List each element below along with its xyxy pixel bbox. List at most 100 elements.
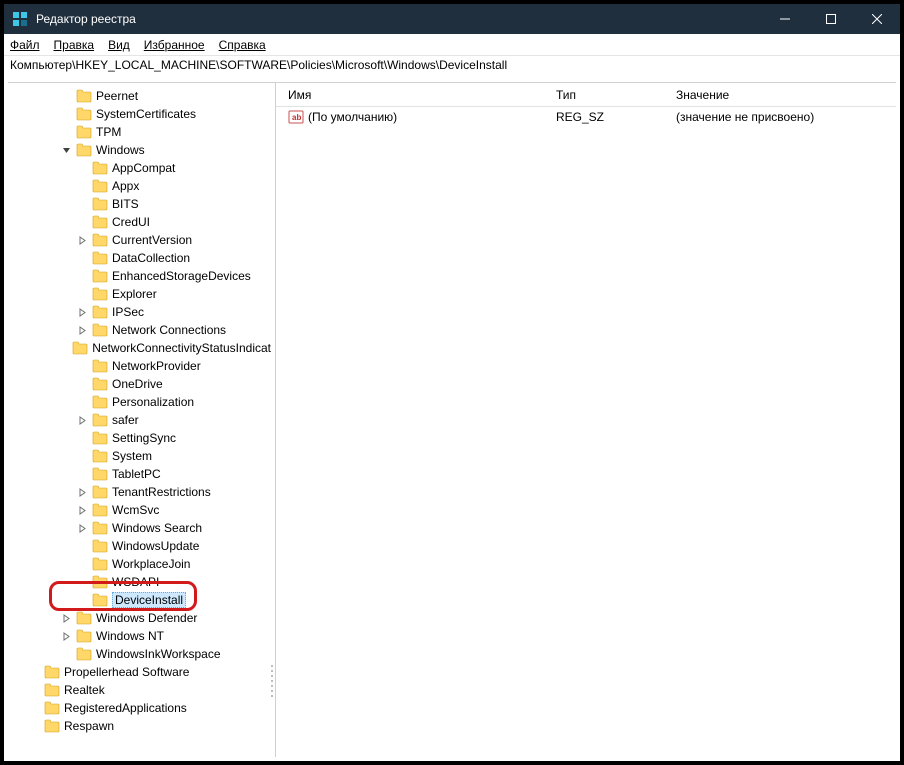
tree-item-label: CurrentVersion (112, 233, 192, 247)
expand-icon[interactable] (62, 146, 76, 155)
tree-item-label: OneDrive (112, 377, 163, 391)
address-bar[interactable]: Компьютер\HKEY_LOCAL_MACHINE\SOFTWARE\Po… (4, 56, 900, 76)
tree-item-label: NetworkProvider (112, 359, 201, 373)
folder-icon (44, 719, 60, 733)
expand-icon[interactable] (78, 524, 92, 533)
folder-icon (92, 557, 108, 571)
window-title: Редактор реестра (36, 12, 136, 26)
folder-icon (92, 503, 108, 517)
tree-item[interactable]: DataCollection (8, 249, 275, 267)
col-name[interactable]: Имя (282, 84, 550, 106)
content-area: Peernet SystemCertificatesTPMWindows AppCo… (8, 82, 896, 757)
tree-item-label: CredUI (112, 215, 150, 229)
menu-file[interactable]: Файл (10, 38, 40, 52)
tree-item[interactable]: DeviceInstall (8, 591, 275, 609)
tree-item-label: IPSec (112, 305, 144, 319)
close-button[interactable] (854, 4, 900, 34)
tree-item-label: DataCollection (112, 251, 190, 265)
splitter-handle[interactable] (269, 83, 275, 757)
folder-icon (92, 179, 108, 193)
tree-item[interactable]: BITS (8, 195, 275, 213)
expand-icon[interactable] (78, 326, 92, 335)
folder-icon (44, 683, 60, 697)
svg-text:ab: ab (292, 113, 301, 122)
col-value[interactable]: Значение (670, 84, 896, 106)
expand-icon[interactable] (78, 506, 92, 515)
tree-item[interactable]: Peernet (8, 87, 275, 105)
tree-item[interactable]: Propellerhead Software (8, 663, 275, 681)
folder-icon (92, 377, 108, 391)
tree-item-label: Windows Search (112, 521, 202, 535)
tree-item[interactable]: Windows Defender (8, 609, 275, 627)
tree-item[interactable]: WcmSvc (8, 501, 275, 519)
tree-view[interactable]: Peernet SystemCertificatesTPMWindows AppCo… (8, 83, 276, 757)
tree-item[interactable]: Network Connections (8, 321, 275, 339)
tree-item[interactable]: TabletPC (8, 465, 275, 483)
tree-item[interactable]: Respawn (8, 717, 275, 735)
folder-icon (92, 197, 108, 211)
tree-item[interactable]: Realtek (8, 681, 275, 699)
tree-item-label: safer (112, 413, 139, 427)
tree-item[interactable]: WindowsInkWorkspace (8, 645, 275, 663)
folder-icon (92, 467, 108, 481)
col-type[interactable]: Тип (550, 84, 670, 106)
tree-item[interactable]: SystemCertificates (8, 105, 275, 123)
values-list: Имя Тип Значение ab (По умолчанию) REG_S… (276, 83, 896, 757)
tree-item-label: RegisteredApplications (64, 701, 187, 715)
tree-item-label: Peernet (96, 89, 138, 103)
tree-item[interactable]: Appx (8, 177, 275, 195)
tree-item[interactable]: Windows (8, 141, 275, 159)
tree-item[interactable]: Personalization (8, 393, 275, 411)
tree-item-label: Propellerhead Software (64, 665, 189, 679)
tree-item-label: Network Connections (112, 323, 226, 337)
tree-item[interactable]: TenantRestrictions (8, 483, 275, 501)
row-type: REG_SZ (550, 110, 670, 124)
expand-icon[interactable] (78, 308, 92, 317)
tree-item-label: Explorer (112, 287, 157, 301)
row-name: (По умолчанию) (308, 110, 397, 124)
expand-icon[interactable] (78, 236, 92, 245)
tree-item[interactable]: NetworkConnectivityStatusIndicat (8, 339, 275, 357)
tree-item[interactable]: Windows Search (8, 519, 275, 537)
maximize-button[interactable] (808, 4, 854, 34)
folder-icon (76, 611, 92, 625)
tree-item-label: BITS (112, 197, 139, 211)
tree-item[interactable]: CurrentVersion (8, 231, 275, 249)
tree-item[interactable]: TPM (8, 123, 275, 141)
list-row[interactable]: ab (По умолчанию) REG_SZ (значение не пр… (276, 107, 896, 127)
tree-item-label: System (112, 449, 152, 463)
tree-item[interactable]: RegisteredApplications (8, 699, 275, 717)
folder-icon (92, 305, 108, 319)
tree-item[interactable]: WSDAPI (8, 573, 275, 591)
expand-icon[interactable] (78, 488, 92, 497)
tree-item[interactable]: WindowsUpdate (8, 537, 275, 555)
tree-item[interactable]: AppCompat (8, 159, 275, 177)
folder-icon (92, 251, 108, 265)
tree-item[interactable]: EnhancedStorageDevices (8, 267, 275, 285)
tree-item-label: AppCompat (112, 161, 175, 175)
tree-item[interactable]: CredUI (8, 213, 275, 231)
folder-icon (92, 287, 108, 301)
tree-item-label: DeviceInstall (112, 592, 186, 608)
tree-item[interactable]: IPSec (8, 303, 275, 321)
tree-item[interactable]: Windows NT (8, 627, 275, 645)
menu-edit[interactable]: Правка (54, 38, 95, 52)
list-header[interactable]: Имя Тип Значение (276, 83, 896, 107)
tree-item[interactable]: OneDrive (8, 375, 275, 393)
folder-icon (76, 125, 92, 139)
tree-item[interactable]: SettingSync (8, 429, 275, 447)
app-icon (12, 11, 28, 27)
tree-item[interactable]: safer (8, 411, 275, 429)
tree-item[interactable]: System (8, 447, 275, 465)
tree-item[interactable]: NetworkProvider (8, 357, 275, 375)
expand-icon[interactable] (78, 416, 92, 425)
menu-favorites[interactable]: Избранное (144, 38, 205, 52)
tree-item[interactable]: WorkplaceJoin (8, 555, 275, 573)
folder-icon (76, 629, 92, 643)
expand-icon[interactable] (62, 632, 76, 641)
minimize-button[interactable] (762, 4, 808, 34)
expand-icon[interactable] (62, 614, 76, 623)
tree-item[interactable]: Explorer (8, 285, 275, 303)
menu-help[interactable]: Справка (219, 38, 266, 52)
menu-view[interactable]: Вид (108, 38, 130, 52)
